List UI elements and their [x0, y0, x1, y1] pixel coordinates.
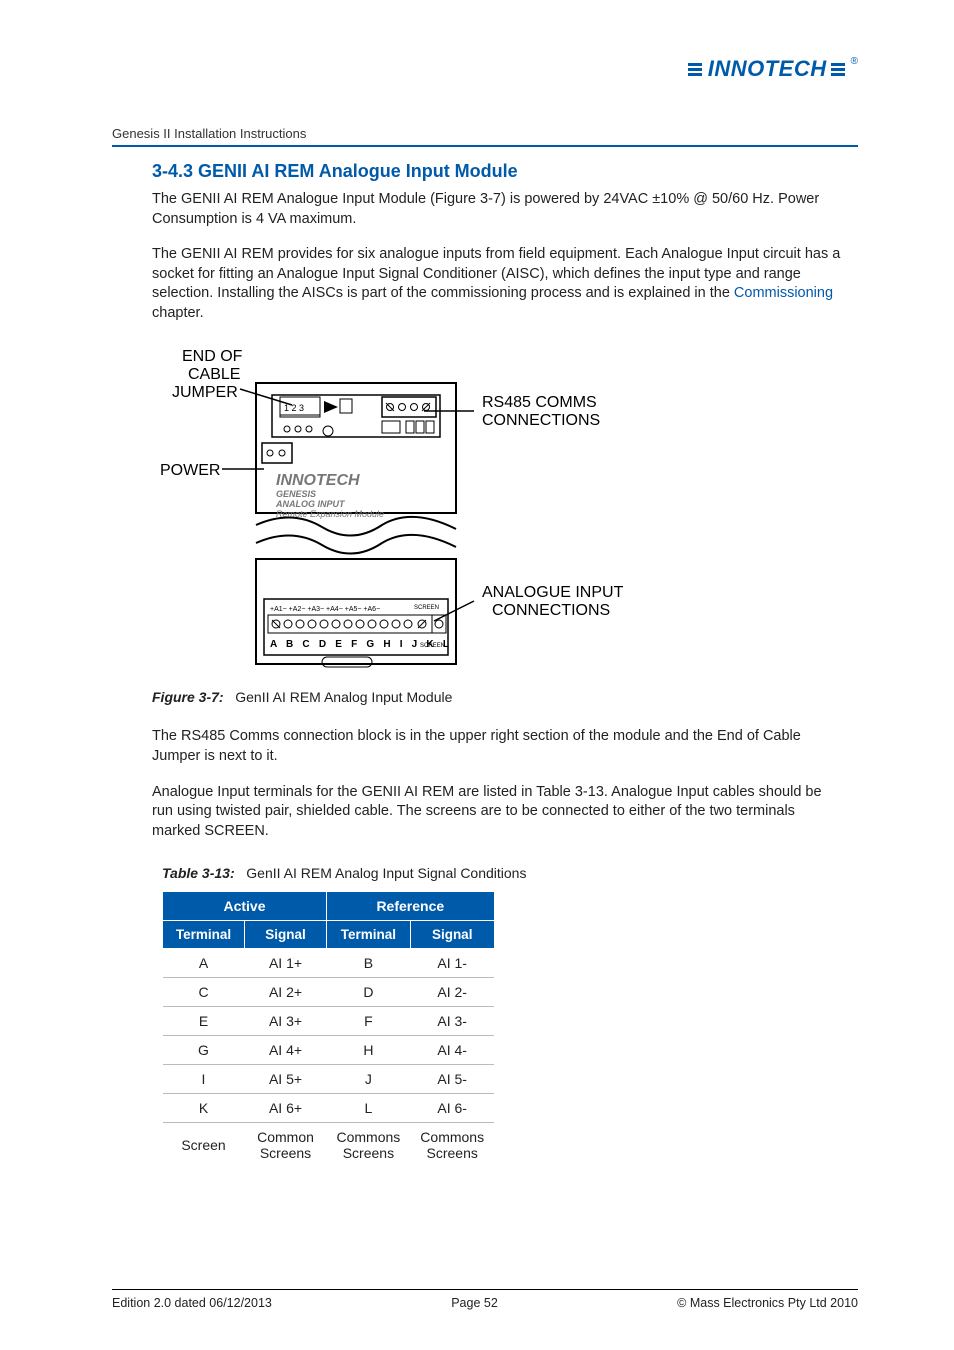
brand-logo: INNOTECH ®	[688, 56, 858, 82]
table-caption: Table 3-13: GenII AI REM Analog Input Si…	[162, 865, 858, 881]
table-row: KAI 6+LAI 6-	[163, 1094, 495, 1123]
table-cell: AI 1+	[245, 949, 327, 978]
paragraph: Analogue Input terminals for the GENII A…	[152, 783, 842, 842]
diag-label: CONNECTIONS	[492, 602, 610, 619]
diag-screen: SCREEN	[414, 605, 439, 611]
table-cell: K	[163, 1094, 245, 1123]
registered-icon: ®	[851, 56, 858, 67]
logo-text: INNOTECH	[708, 56, 827, 82]
figure-label: Figure 3-7:	[152, 689, 224, 705]
table-cell: D	[327, 978, 411, 1007]
th-terminal: Terminal	[327, 921, 411, 949]
diag-label: POWER	[160, 462, 220, 479]
table-cell: AI 1-	[410, 949, 494, 978]
th-terminal: Terminal	[163, 921, 245, 949]
figure: END OF CABLE JUMPER POWER RS485 COMMS CO…	[152, 339, 858, 679]
diag-label: ANALOGUE INPUT	[482, 584, 624, 601]
table-cell: A	[163, 949, 245, 978]
table-cell: H	[327, 1036, 411, 1065]
diag-label: END OF	[182, 348, 243, 365]
logo-bars-icon	[831, 63, 845, 76]
th-signal: Signal	[410, 921, 494, 949]
th-reference: Reference	[327, 892, 495, 921]
table-row: AAI 1+BAI 1-	[163, 949, 495, 978]
table-cell: Screen	[163, 1123, 245, 1168]
diag-jumper-nums: 1 2 3	[284, 403, 304, 413]
module-diagram: END OF CABLE JUMPER POWER RS485 COMMS CO…	[152, 339, 712, 679]
table-row: EAI 3+FAI 3-	[163, 1007, 495, 1036]
table-cell: AI 5-	[410, 1065, 494, 1094]
th-active: Active	[163, 892, 327, 921]
table-row: ScreenCommon ScreensCommons ScreensCommo…	[163, 1123, 495, 1168]
table-cell: AI 2+	[245, 978, 327, 1007]
table-cell: E	[163, 1007, 245, 1036]
diag-label: CABLE	[188, 366, 240, 383]
table-cell: AI 3+	[245, 1007, 327, 1036]
diag-label: RS485 COMMS	[482, 394, 597, 411]
logo-bars-icon	[688, 63, 702, 76]
diag-terminals-top: +A1− +A2− +A3− +A4− +A5− +A6−	[270, 606, 380, 613]
table-cell: AI 6+	[245, 1094, 327, 1123]
table-cell: AI 4-	[410, 1036, 494, 1065]
figure-caption: Figure 3-7: GenII AI REM Analog Input Mo…	[152, 689, 858, 705]
table-cell: L	[327, 1094, 411, 1123]
commissioning-link[interactable]: Commissioning	[734, 285, 833, 301]
diag-genesis: GENESIS	[276, 489, 316, 499]
diag-label: JUMPER	[172, 384, 238, 401]
table-label: Table 3-13:	[162, 865, 235, 881]
diag-brand: INNOTECH	[276, 472, 360, 489]
table-cell: C	[163, 978, 245, 1007]
table-caption-text: GenII AI REM Analog Input Signal Conditi…	[246, 865, 526, 881]
footer-page: Page 52	[451, 1296, 498, 1310]
paragraph: The RS485 Comms connection block is in t…	[152, 727, 842, 766]
footer-edition: Edition 2.0 dated 06/12/2013	[112, 1296, 272, 1310]
table-cell: G	[163, 1036, 245, 1065]
table-cell: Common Screens	[245, 1123, 327, 1168]
paragraph: The GENII AI REM Analogue Input Module (…	[152, 190, 842, 229]
paragraph: The GENII AI REM provides for six analog…	[152, 245, 842, 323]
table-cell: AI 4+	[245, 1036, 327, 1065]
diag-screen-bot: SCREEN	[420, 643, 445, 649]
divider	[112, 145, 858, 147]
table-row: CAI 2+DAI 2-	[163, 978, 495, 1007]
diag-analog: ANALOG INPUT	[275, 499, 346, 509]
table-row: GAI 4+HAI 4-	[163, 1036, 495, 1065]
page-footer: Edition 2.0 dated 06/12/2013 Page 52 © M…	[112, 1289, 858, 1310]
table-cell: F	[327, 1007, 411, 1036]
figure-caption-text: GenII AI REM Analog Input Module	[235, 689, 452, 705]
paragraph-text: chapter.	[152, 305, 204, 321]
table-cell: Commons Screens	[327, 1123, 411, 1168]
th-signal: Signal	[245, 921, 327, 949]
breadcrumb: Genesis II Installation Instructions	[112, 126, 858, 141]
table-cell: AI 5+	[245, 1065, 327, 1094]
table-cell: I	[163, 1065, 245, 1094]
table-cell: AI 3-	[410, 1007, 494, 1036]
table-cell: AI 6-	[410, 1094, 494, 1123]
footer-copyright: © Mass Electronics Pty Ltd 2010	[677, 1296, 858, 1310]
table-cell: B	[327, 949, 411, 978]
table-row: IAI 5+JAI 5-	[163, 1065, 495, 1094]
diag-label: CONNECTIONS	[482, 412, 600, 429]
signal-table: Active Reference Terminal Signal Termina…	[162, 891, 495, 1167]
table-cell: J	[327, 1065, 411, 1094]
table-cell: Commons Screens	[410, 1123, 494, 1168]
table-cell: AI 2-	[410, 978, 494, 1007]
section-heading: 3-4.3 GENII AI REM Analogue Input Module	[152, 161, 858, 182]
